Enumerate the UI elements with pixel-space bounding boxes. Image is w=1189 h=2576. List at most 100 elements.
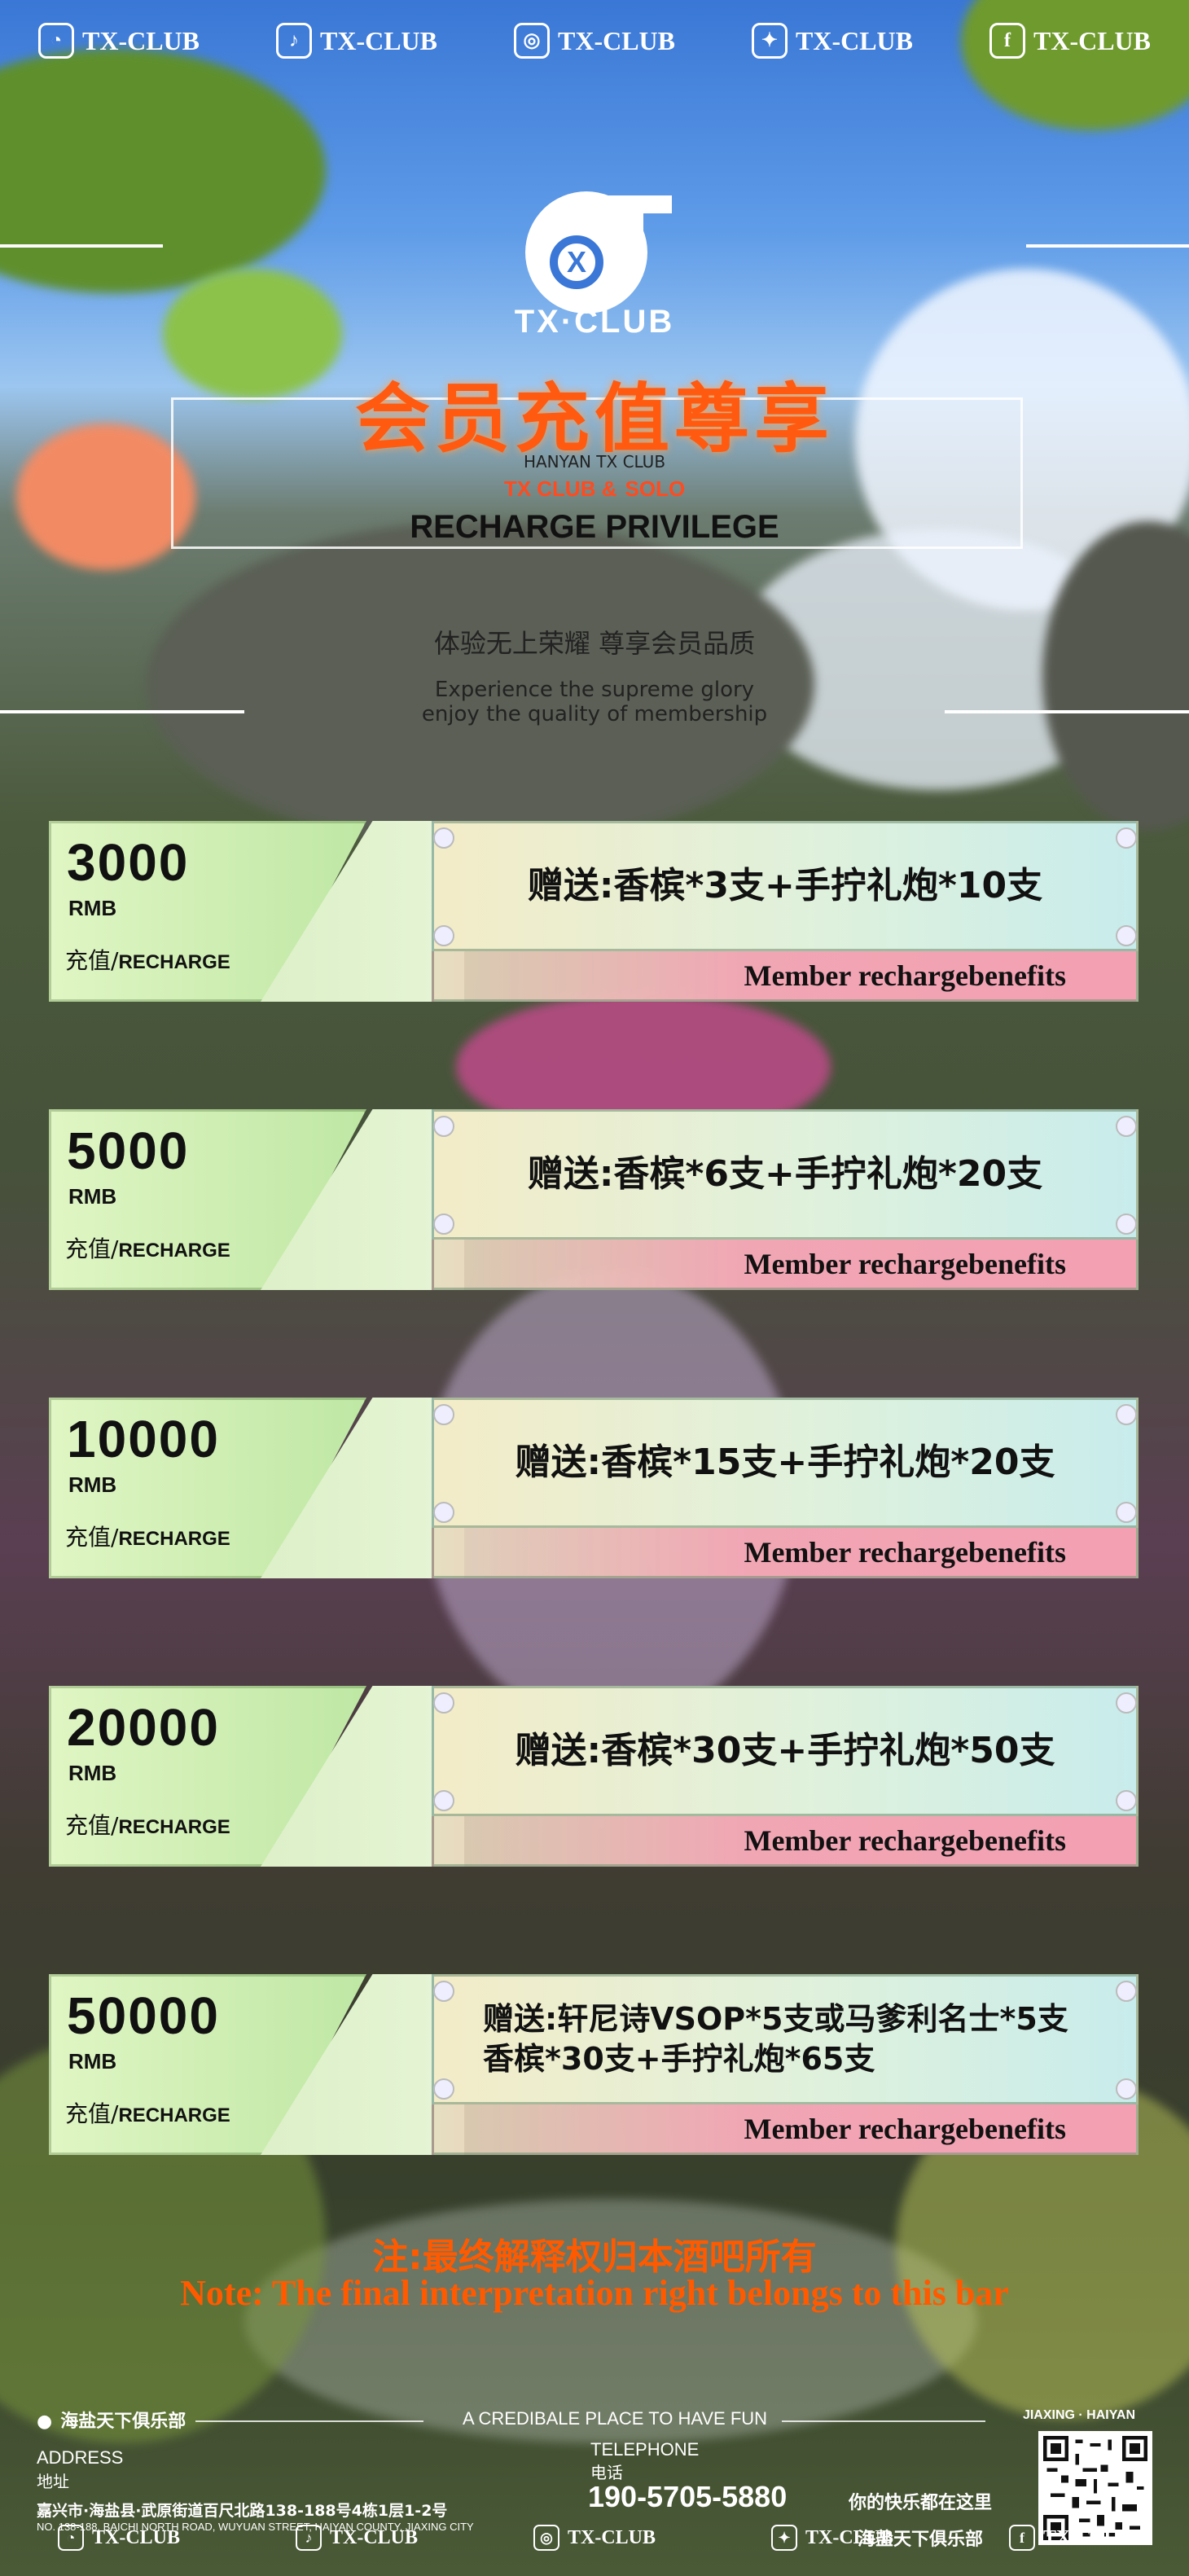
social-twitter[interactable]: ✦ TX-CLUB xyxy=(770,2525,893,2551)
social-tiktok[interactable]: ♪ TX-CLUB xyxy=(275,23,437,59)
footer-slogan: A CREDIBALE PLACE TO HAVE FUN xyxy=(462,2408,768,2429)
rivet xyxy=(433,1790,454,1811)
tier-benefit: 赠送:轩尼诗VSOP*5支或马爹利名士*5支 香槟*30支+手拧礼炮*65支 xyxy=(432,1974,1139,2104)
instagram-icon: ◎ xyxy=(513,23,550,59)
social-label: TX-CLUB xyxy=(567,2526,656,2548)
note-en: Note: The final interpretation right bel… xyxy=(180,2273,1009,2313)
social-wechat[interactable]: ◔ TX-CLUB xyxy=(57,2525,180,2551)
flower xyxy=(16,423,195,570)
tier-amount: 3000 xyxy=(67,833,190,892)
tier-benefit-strip: Member rechargebenefits xyxy=(432,1816,1139,1867)
social-facebook[interactable]: f TX-CLUB xyxy=(989,23,1151,59)
social-instagram[interactable]: ◎ TX-CLUB xyxy=(513,23,675,59)
co-brand-b: SOLO xyxy=(625,476,686,501)
social-twitter[interactable]: ✦ TX-CLUB xyxy=(751,23,913,59)
page-subtitle: HANYAN TX CLUB xyxy=(523,452,666,472)
tier-amount: 50000 xyxy=(67,1986,220,2045)
hud-line xyxy=(945,710,1189,713)
rivet xyxy=(433,1404,454,1425)
rivet xyxy=(1116,1790,1137,1811)
social-wechat[interactable]: ◔ TX-CLUB xyxy=(37,23,200,59)
social-tiktok[interactable]: ♪ TX-CLUB xyxy=(295,2525,418,2551)
facebook-icon: f xyxy=(989,23,1025,59)
facebook-icon: f xyxy=(1008,2525,1035,2551)
social-label: TX-CLUB xyxy=(91,2526,180,2548)
tier-unit: RMB xyxy=(68,1184,117,1209)
rivet xyxy=(433,1502,454,1523)
rivet xyxy=(1116,1692,1137,1714)
tiktok-icon: ♪ xyxy=(275,23,312,59)
wechat-icon: ◔ xyxy=(57,2525,84,2551)
rivet xyxy=(1116,827,1137,849)
tagline-en-2: enjoy the quality of membership xyxy=(421,702,768,726)
svg-text:X: X xyxy=(567,245,586,279)
rivet xyxy=(433,827,454,849)
twitter-icon: ✦ xyxy=(770,2525,797,2551)
tier-card-20000[interactable]: 20000 RMB 充值/RECHARGE 赠送:香槟*30支+手拧礼炮*50支… xyxy=(49,1686,1140,1867)
rivet xyxy=(433,925,454,946)
rivet xyxy=(433,1213,454,1235)
recharge-title: RECHARGE PRIVILEGE xyxy=(410,509,779,545)
footer-fun-line: 你的快乐都在这里 xyxy=(848,2493,992,2513)
rivet xyxy=(1116,1116,1137,1137)
social-facebook[interactable]: f TX-CLUB xyxy=(1008,2525,1131,2551)
tier-card-10000[interactable]: 10000 RMB 充值/RECHARGE 赠送:香槟*15支+手拧礼炮*20支… xyxy=(49,1398,1140,1578)
twitter-icon: ✦ xyxy=(751,23,788,59)
tier-benefit-strip: Member rechargebenefits xyxy=(432,2104,1139,2155)
tier-amount: 20000 xyxy=(67,1698,220,1757)
tier-unit: RMB xyxy=(68,896,117,920)
address-label: ADDRESS xyxy=(37,2447,124,2468)
tier-amount: 10000 xyxy=(67,1410,220,1468)
address-label-cn: 地址 xyxy=(37,2472,69,2491)
tier-unit: RMB xyxy=(68,2049,117,2074)
tier-benefit-strip: Member rechargebenefits xyxy=(432,951,1139,1002)
phone-number[interactable]: 190-5705-5880 xyxy=(588,2480,787,2514)
rivet xyxy=(1116,925,1137,946)
rivet xyxy=(433,2078,454,2100)
tier-recharge-label: 充值/RECHARGE xyxy=(65,947,230,974)
instagram-icon: ◎ xyxy=(533,2525,559,2551)
social-label: TX-CLUB xyxy=(805,2526,893,2548)
tier-unit: RMB xyxy=(68,1761,117,1785)
page-title: 会员充值尊享 xyxy=(354,375,834,463)
tagline-en-1: Experience the supreme glory xyxy=(434,678,755,702)
tier-card-3000[interactable]: 3000 RMB 充值/RECHARGE 赠送:香槟*3支+手拧礼炮*10支 M… xyxy=(49,821,1140,1002)
tiktok-icon: ♪ xyxy=(295,2525,322,2551)
tier-recharge-label: 充值/RECHARGE xyxy=(65,1524,230,1551)
tier-card-50000[interactable]: 50000 RMB 充值/RECHARGE 赠送:轩尼诗VSOP*5支或马爹利名… xyxy=(49,1974,1140,2155)
hud-line xyxy=(0,244,163,248)
tier-benefit-strip: Member rechargebenefits xyxy=(432,1528,1139,1578)
rivet xyxy=(1116,1502,1137,1523)
tier-amount: 5000 xyxy=(67,1121,190,1180)
social-label: TX-CLUB xyxy=(1042,2526,1131,2548)
hud-line xyxy=(1026,244,1189,248)
tier-card-5000[interactable]: 5000 RMB 充值/RECHARGE 赠送:香槟*6支+手拧礼炮*20支 M… xyxy=(49,1109,1140,1290)
rivet xyxy=(433,1116,454,1137)
tier-benefit: 赠送:香槟*6支+手拧礼炮*20支 xyxy=(432,1109,1139,1240)
co-brand: TX CLUB & SOLO xyxy=(350,476,839,502)
tier-benefit-strip: Member rechargebenefits xyxy=(432,1240,1139,1290)
social-bar-top: ◔ TX-CLUB ♪ TX-CLUB ◎ TX-CLUB ✦ TX-CLUB f TX-… xyxy=(0,8,1189,73)
tier-recharge-label: 充值/RECHARGE xyxy=(65,2100,230,2127)
tier-recharge-label: 充值/RECHARGE xyxy=(65,1812,230,1839)
tier-unit: RMB xyxy=(68,1472,117,1497)
co-brand-a: TX CLUB & xyxy=(503,476,617,501)
rivet xyxy=(1116,1981,1137,2002)
rivet xyxy=(1116,1213,1137,1235)
footer-divider xyxy=(782,2420,985,2422)
leaf xyxy=(0,49,326,293)
social-label: TX-CLUB xyxy=(1033,25,1151,55)
social-label: TX-CLUB xyxy=(795,25,913,55)
tagline-cn: 体验无上荣耀 尊享会员品质 xyxy=(433,628,756,659)
footer-location: JIAXING · HAIYAN xyxy=(1022,2408,1136,2422)
tier-benefit-line: 赠送:轩尼诗VSOP*5支或马爹利名士*5支 xyxy=(483,2000,1068,2037)
social-label: TX-CLUB xyxy=(329,2526,418,2548)
tier-recharge-label: 充值/RECHARGE xyxy=(65,1235,230,1262)
social-label: TX-CLUB xyxy=(81,25,200,55)
social-instagram[interactable]: ◎ TX-CLUB xyxy=(533,2525,656,2551)
brand-name: TX·CLUB xyxy=(514,304,675,340)
tier-benefit: 赠送:香槟*30支+手拧礼炮*50支 xyxy=(432,1686,1139,1816)
tier-benefit: 赠送:香槟*3支+手拧礼炮*10支 xyxy=(432,821,1139,951)
wechat-icon: ◔ xyxy=(37,23,74,59)
rivet xyxy=(433,1981,454,2002)
